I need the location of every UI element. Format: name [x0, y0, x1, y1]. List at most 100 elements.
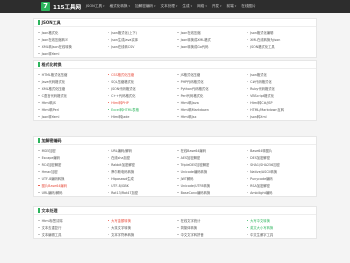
tool-link[interactable]: Unicode编码转换	[177, 168, 243, 175]
tool-link[interactable]: Html转Jade	[107, 113, 174, 120]
tool-link-label: Ruby代码格式化	[250, 87, 275, 91]
tool-link[interactable]: XML在线转换为Json	[246, 36, 313, 43]
nav-item-7[interactable]: 前端▾	[227, 4, 237, 9]
tool-link[interactable]: XML转Json在线转换	[38, 43, 104, 50]
tool-link[interactable]: Json格式化	[38, 29, 104, 36]
bullet-icon	[246, 73, 249, 76]
tool-link[interactable]: VBScript格式化	[246, 92, 313, 99]
tool-link[interactable]: 文本编辑工具	[38, 231, 104, 238]
nav-item-5[interactable]: 网络▾	[197, 4, 207, 9]
panel-header: JSON工具	[34, 19, 316, 27]
bullet-icon	[38, 233, 40, 236]
tool-link[interactable]: Json格式化	[246, 71, 313, 78]
tool-link[interactable]: C语言代码格式化	[38, 92, 104, 99]
tool-link[interactable]: JSON格式化工具	[246, 43, 313, 50]
nav-item-1[interactable]: 格式化转换▾	[110, 4, 130, 9]
tool-link[interactable]: Json转Xml	[246, 113, 313, 120]
tool-link[interactable]: Json格式化(上下)	[107, 29, 174, 36]
tool-link-label: Html转C#/JSP	[250, 101, 273, 105]
tool-link[interactable]: AES加密解密	[177, 154, 243, 161]
tool-link[interactable]: 大写金额转换	[107, 217, 174, 224]
tool-link[interactable]: URL编码/解码	[107, 147, 174, 154]
tool-link[interactable]: BaseConv编码转换	[177, 189, 243, 196]
tool-link[interactable]: 摩尔斯电码转换	[107, 168, 174, 175]
tool-link[interactable]: C++代码格式化	[107, 92, 174, 99]
tool-link[interactable]: SQL压缩格式化	[107, 78, 174, 85]
tool-link[interactable]: Perl代码格式化	[177, 92, 243, 99]
tool-link[interactable]: PHP代码格式化	[177, 78, 243, 85]
tool-link[interactable]: Base64转图片	[246, 147, 313, 154]
tool-link[interactable]: Json转Yaml	[38, 50, 104, 57]
tool-link[interactable]: Escape编码	[38, 154, 104, 161]
tool-link[interactable]: Ambilight编码	[246, 189, 313, 196]
tool-link[interactable]: Html转Jsx	[177, 113, 243, 120]
tool-link[interactable]: CSS格式化压缩	[107, 71, 174, 78]
tool-link[interactable]: Html转Markdown	[177, 106, 243, 113]
tool-link[interactable]: Native/ASCII转换	[246, 168, 313, 175]
tool-link[interactable]: Html转Java	[177, 99, 243, 106]
tool-link[interactable]: Rot13/Rot47加密	[107, 189, 174, 196]
site-logo[interactable]: 7 115工具网	[41, 2, 81, 11]
tool-link[interactable]: Html转JS	[38, 99, 104, 106]
tool-link[interactable]: RSA加密解密	[246, 182, 313, 189]
tool-link[interactable]: 大篆文字转换	[107, 224, 174, 231]
tool-link[interactable]: JS格式化压缩	[177, 71, 243, 78]
tool-link[interactable]: Excel转HTML表格	[107, 106, 174, 113]
tool-link[interactable]: Html转PHP	[107, 99, 174, 106]
tool-link[interactable]: Htpasswd生成	[107, 175, 174, 182]
tool-link[interactable]: 中文生僻字工具	[246, 231, 313, 238]
tool-link[interactable]: HTML格式化压缩	[38, 71, 104, 78]
tool-link[interactable]: Json在线压缩转义	[38, 36, 104, 43]
tool-link[interactable]: Rabbit加密解密	[107, 161, 174, 168]
tool-link[interactable]: Ruby代码格式化	[246, 85, 313, 92]
tool-link[interactable]: 图片Base64编码	[38, 182, 104, 189]
tool-link[interactable]: 英文大小写转换	[246, 224, 313, 231]
tool-link[interactable]: Python代码格式化	[177, 85, 243, 92]
tool-link[interactable]: 在线文字统计	[177, 217, 243, 224]
tool-link[interactable]: Json生成Java实体	[107, 36, 174, 43]
nav-item-3[interactable]: 文本处理▾	[161, 4, 178, 9]
tool-link[interactable]: 在线Base64编码	[177, 147, 243, 154]
tool-link[interactable]: 在线sha加密	[107, 154, 174, 161]
tool-link[interactable]: UTF-8/GBK	[107, 182, 174, 189]
tool-link[interactable]: C#代码格式化	[246, 78, 313, 85]
tool-link[interactable]: Html转C#/JSP	[246, 99, 313, 106]
tool-link[interactable]: Json在线转CSV	[107, 43, 174, 50]
bullet-icon	[246, 108, 249, 111]
tool-link[interactable]: Hmac加密	[38, 168, 104, 175]
tool-link[interactable]: HTML/Markdown互转	[246, 106, 313, 113]
tool-link[interactable]: 简繁体转换	[177, 224, 243, 231]
section-marker-icon	[38, 138, 40, 143]
tool-link[interactable]: JWT解码	[177, 175, 243, 182]
tool-link[interactable]: Json格式化编辑	[246, 29, 313, 36]
nav-item-8[interactable]: 在线图片	[241, 4, 255, 9]
nav-item-2[interactable]: 加解密编码▾	[135, 4, 155, 9]
tool-link[interactable]: SHA1/SHA256加密	[246, 161, 313, 168]
tool-link[interactable]: 大写中文转换	[246, 217, 313, 224]
tool-link[interactable]: Punycode编码	[246, 175, 313, 182]
tool-link[interactable]: URL编码/解码	[38, 189, 104, 196]
tool-link[interactable]: MD5加密	[38, 147, 104, 154]
nav-item-4[interactable]: 生成▾	[182, 4, 192, 9]
tool-link[interactable]: TripleDES加密解密	[177, 161, 243, 168]
tool-link[interactable]: JSON代码格式化	[107, 85, 174, 92]
tool-link[interactable]: Java代码格式化	[38, 78, 104, 85]
tool-link[interactable]: XML格式化压缩	[38, 85, 104, 92]
tool-link[interactable]: UTF-8编码转换	[38, 175, 104, 182]
tool-link[interactable]: Json转Yaml	[38, 113, 104, 120]
tool-link-label: Html转Jsx	[180, 115, 197, 119]
nav-item-6[interactable]: 开发▾	[212, 4, 222, 9]
tool-link[interactable]: Html转Perl	[38, 106, 104, 113]
tool-link[interactable]: Unicode/UTF8转换	[177, 182, 243, 189]
tool-link[interactable]: Json在线压缩	[177, 29, 243, 36]
tool-link[interactable]: Json转换成Go代码	[177, 43, 243, 50]
tool-link-label: Rabbit加密解密	[111, 163, 135, 167]
tool-link[interactable]: 中文文字转拼音	[177, 231, 243, 238]
tool-link[interactable]: DES加密解密	[246, 154, 313, 161]
nav-item-0[interactable]: JSON工具▾	[86, 4, 105, 9]
tool-link[interactable]: RC4加密解密	[38, 161, 104, 168]
tool-link[interactable]: 文本字符串转换	[107, 231, 174, 238]
tool-link[interactable]: Html标签清除	[38, 217, 104, 224]
tool-link[interactable]: Json转换成XML格式	[177, 36, 243, 43]
tool-link[interactable]: 文本去重复行	[38, 224, 104, 231]
